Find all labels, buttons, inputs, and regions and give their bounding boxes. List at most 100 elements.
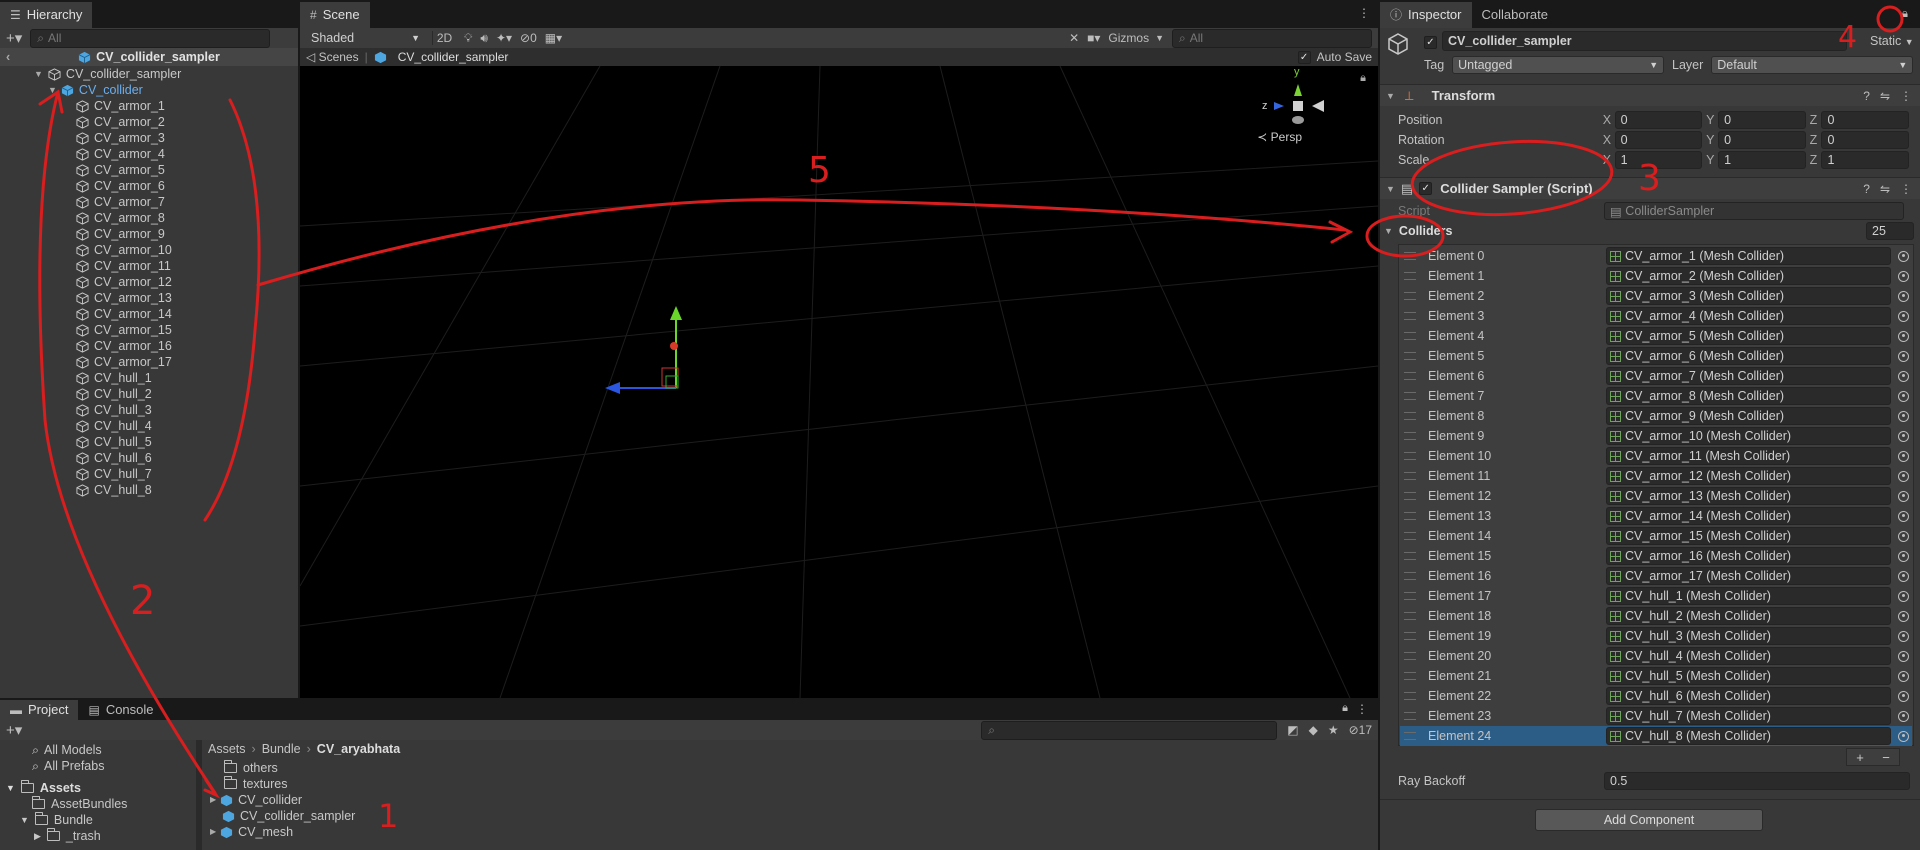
- sidebar-item-all-models[interactable]: ⌕ All Models: [32, 742, 102, 758]
- collider-element-row[interactable]: Element 3 CV_armor_4 (Mesh Collider): [1400, 306, 1912, 326]
- object-picker-icon[interactable]: [1898, 330, 1909, 342]
- scene-viewport[interactable]: y z ≺ Persp 🔒︎: [300, 66, 1378, 698]
- file-item-cv-collider[interactable]: ▶ CV_collider: [210, 792, 302, 808]
- object-picker-icon[interactable]: [1898, 430, 1909, 442]
- collapse-arrow-icon[interactable]: ▼: [1386, 91, 1395, 101]
- back-arrow-icon[interactable]: ‹: [6, 50, 10, 64]
- hierarchy-item[interactable]: CV_armor_6: [76, 178, 165, 194]
- 2d-toggle-button[interactable]: 2D: [432, 31, 456, 45]
- tools-icon[interactable]: ✕: [1069, 31, 1079, 45]
- collider-object-field[interactable]: CV_armor_15 (Mesh Collider): [1606, 527, 1891, 545]
- collider-object-field[interactable]: CV_armor_17 (Mesh Collider): [1606, 567, 1891, 585]
- hierarchy-item[interactable]: CV_hull_8: [76, 482, 152, 498]
- drag-handle-icon[interactable]: [1404, 452, 1416, 460]
- drag-handle-icon[interactable]: [1404, 392, 1416, 400]
- drag-handle-icon[interactable]: [1404, 292, 1416, 300]
- hierarchy-item[interactable]: CV_armor_10: [76, 242, 172, 258]
- remove-element-button[interactable]: −: [1882, 750, 1890, 765]
- collider-object-field[interactable]: CV_hull_5 (Mesh Collider): [1606, 667, 1891, 685]
- hierarchy-item[interactable]: CV_hull_2: [76, 386, 152, 402]
- favorite-icon[interactable]: ★: [1328, 723, 1339, 737]
- collider-element-row[interactable]: Element 2 CV_armor_3 (Mesh Collider): [1400, 286, 1912, 306]
- object-picker-icon[interactable]: [1898, 650, 1909, 662]
- drag-handle-icon[interactable]: [1404, 492, 1416, 500]
- collider-element-row[interactable]: Element 13 CV_armor_14 (Mesh Collider): [1400, 506, 1912, 526]
- object-picker-icon[interactable]: [1898, 450, 1909, 462]
- project-search-input[interactable]: ⌕: [981, 720, 1278, 740]
- drag-handle-icon[interactable]: [1404, 532, 1416, 540]
- object-picker-icon[interactable]: [1898, 630, 1909, 642]
- hierarchy-item[interactable]: CV_armor_8: [76, 210, 165, 226]
- object-picker-icon[interactable]: [1898, 710, 1909, 722]
- gizmos-dropdown[interactable]: Gizmos ▼: [1108, 31, 1164, 45]
- help-icon[interactable]: ?: [1863, 182, 1870, 196]
- file-item-others[interactable]: others: [224, 760, 278, 776]
- expand-arrow-icon[interactable]: ▼: [6, 780, 15, 796]
- ray-backoff-field[interactable]: 0.5: [1604, 772, 1910, 790]
- drag-handle-icon[interactable]: [1404, 432, 1416, 440]
- hierarchy-item[interactable]: CV_hull_6: [76, 450, 152, 466]
- object-name-field[interactable]: CV_collider_sampler: [1442, 31, 1847, 51]
- transform-scale-y-field[interactable]: 1: [1718, 151, 1806, 169]
- drag-handle-icon[interactable]: [1404, 552, 1416, 560]
- projection-toggle[interactable]: ≺ Persp: [1257, 130, 1302, 144]
- object-picker-icon[interactable]: [1898, 670, 1909, 682]
- drag-handle-icon[interactable]: [1404, 352, 1416, 360]
- collapse-arrow-icon[interactable]: ▼: [1386, 184, 1395, 194]
- hierarchy-item[interactable]: CV_armor_7: [76, 194, 165, 210]
- hierarchy-item[interactable]: CV_armor_11: [76, 258, 171, 274]
- transform-position-y-field[interactable]: 0: [1718, 111, 1806, 129]
- hierarchy-item[interactable]: CV_armor_4: [76, 146, 165, 162]
- expand-arrow-icon[interactable]: ▶: [34, 828, 41, 844]
- drag-handle-icon[interactable]: [1404, 712, 1416, 720]
- lighting-icon[interactable]: 💡︎: [464, 31, 472, 46]
- component-menu-icon[interactable]: ⋮: [1900, 89, 1912, 103]
- sidebar-item-bundle[interactable]: ▼ Bundle: [20, 812, 93, 828]
- sidebar-item-assetbundles[interactable]: AssetBundles: [32, 796, 127, 812]
- collider-object-field[interactable]: CV_armor_9 (Mesh Collider): [1606, 407, 1891, 425]
- collider-object-field[interactable]: CV_armor_11 (Mesh Collider): [1606, 447, 1891, 465]
- hierarchy-root-item[interactable]: ▼ CV_collider_sampler: [34, 66, 181, 82]
- collider-object-field[interactable]: CV_armor_8 (Mesh Collider): [1606, 387, 1891, 405]
- object-picker-icon[interactable]: [1898, 550, 1909, 562]
- hierarchy-item[interactable]: CV_armor_17: [76, 354, 172, 370]
- shading-mode-dropdown[interactable]: Shaded ▼: [306, 29, 424, 47]
- collider-object-field[interactable]: CV_hull_2 (Mesh Collider): [1606, 607, 1891, 625]
- collider-element-row[interactable]: Element 21 CV_hull_5 (Mesh Collider): [1400, 666, 1912, 686]
- sidebar-scrollbar[interactable]: [196, 740, 202, 850]
- object-picker-icon[interactable]: [1898, 690, 1909, 702]
- transform-header[interactable]: ▼ ⟂ Transform ? ⇋ ⋮: [1380, 84, 1920, 106]
- object-picker-icon[interactable]: [1898, 350, 1909, 362]
- collider-element-row[interactable]: Element 1 CV_armor_2 (Mesh Collider): [1400, 266, 1912, 286]
- hidden-objects-icon[interactable]: ⊘ 0: [520, 31, 537, 45]
- drag-handle-icon[interactable]: [1404, 512, 1416, 520]
- drag-handle-icon[interactable]: [1404, 612, 1416, 620]
- viewport-lock-icon[interactable]: 🔒︎: [1360, 72, 1366, 85]
- audio-icon[interactable]: 🔊︎: [480, 31, 488, 46]
- drag-handle-icon[interactable]: [1404, 672, 1416, 680]
- transform-rotation-z-field[interactable]: 0: [1821, 131, 1909, 149]
- collider-element-row[interactable]: Element 9 CV_armor_10 (Mesh Collider): [1400, 426, 1912, 446]
- scene-search-input[interactable]: ⌕ All: [1172, 28, 1372, 48]
- object-picker-icon[interactable]: [1898, 490, 1909, 502]
- collider-object-field[interactable]: CV_hull_1 (Mesh Collider): [1606, 587, 1891, 605]
- collider-object-field[interactable]: CV_hull_8 (Mesh Collider): [1606, 727, 1891, 745]
- collider-element-row[interactable]: Element 23 CV_hull_7 (Mesh Collider): [1400, 706, 1912, 726]
- hierarchy-item[interactable]: CV_armor_16: [76, 338, 172, 354]
- drag-handle-icon[interactable]: [1404, 692, 1416, 700]
- drag-handle-icon[interactable]: [1404, 632, 1416, 640]
- tab-collaborate[interactable]: Collaborate: [1472, 2, 1559, 28]
- hierarchy-item[interactable]: CV_armor_9: [76, 226, 165, 242]
- preset-icon[interactable]: ⇋: [1880, 89, 1890, 103]
- hierarchy-item[interactable]: CV_hull_5: [76, 434, 152, 450]
- inspector-lock-icon[interactable]: 🔒︎: [1902, 6, 1908, 21]
- collider-element-row[interactable]: Element 18 CV_hull_2 (Mesh Collider): [1400, 606, 1912, 626]
- drag-handle-icon[interactable]: [1404, 332, 1416, 340]
- sidebar-item-assets[interactable]: ▼ Assets: [6, 780, 81, 796]
- object-picker-icon[interactable]: [1898, 410, 1909, 422]
- collider-object-field[interactable]: CV_armor_5 (Mesh Collider): [1606, 327, 1891, 345]
- expand-arrow-icon[interactable]: ▼: [34, 66, 43, 82]
- collider-element-row[interactable]: Element 8 CV_armor_9 (Mesh Collider): [1400, 406, 1912, 426]
- collider-element-row[interactable]: Element 17 CV_hull_1 (Mesh Collider): [1400, 586, 1912, 606]
- transform-position-z-field[interactable]: 0: [1821, 111, 1909, 129]
